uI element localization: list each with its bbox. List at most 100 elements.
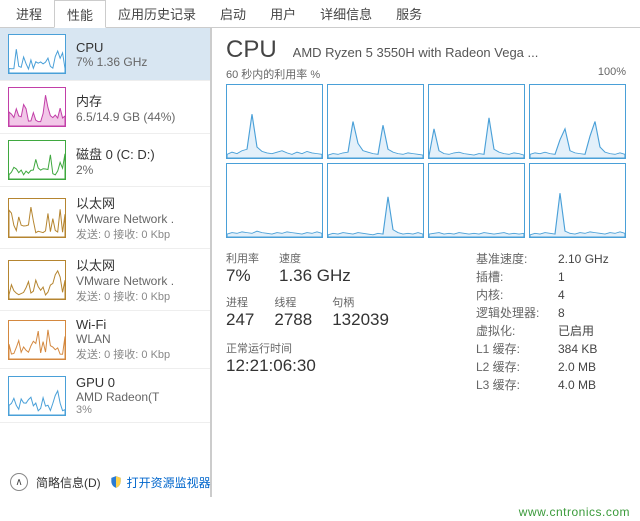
sidebar-item--[interactable]: 内存6.5/14.9 GB (44%) (0, 81, 210, 134)
info-val: 384 KB (558, 340, 597, 358)
open-resource-monitor-link[interactable]: 打开资源监视器 (109, 474, 211, 491)
thumb-chart (8, 34, 66, 74)
info-key: 插槽: (476, 268, 546, 286)
stat-value: 1.36 GHz (279, 266, 351, 286)
chart-caption-left: 60 秒内的利用率 % (226, 66, 320, 82)
chart-caption-right: 100% (598, 66, 626, 82)
side-title: 以太网 (76, 255, 202, 274)
side-title: CPU (76, 40, 202, 55)
info-row: 内核: 4 (476, 286, 609, 304)
info-val: 8 (558, 304, 565, 322)
tab-5[interactable]: 详细信息 (308, 0, 384, 27)
info-row: 基准速度: 2.10 GHz (476, 250, 609, 268)
side-title: 内存 (76, 91, 202, 110)
cpu-info-table: 基准速度:2.10 GHz插槽:1内核:4逻辑处理器:8虚拟化:已启用L1 缓存… (476, 250, 609, 394)
core-chart-6 (428, 163, 525, 238)
stat-value: 12:21:06:30 (226, 356, 456, 376)
core-chart-1 (327, 84, 424, 159)
info-key: L1 缓存: (476, 340, 546, 358)
stat-value: 2788 (274, 310, 312, 330)
stat-uptime: 正常运行时间 12:21:06:30 (226, 340, 456, 376)
info-key: 虚拟化: (476, 322, 546, 340)
sidebar-item--[interactable]: 以太网VMware Network .发送: 0 接收: 0 Kbp (0, 249, 210, 311)
side-sub: 2% (76, 163, 202, 177)
side-sub: AMD Radeon(T (76, 390, 202, 404)
side-sub: VMware Network . (76, 212, 202, 226)
info-row: L2 缓存: 2.0 MB (476, 358, 609, 376)
tab-2[interactable]: 应用历史记录 (106, 0, 208, 27)
sidebar-item--0-c-d-[interactable]: 磁盘 0 (C: D:)2% (0, 134, 210, 187)
core-chart-7 (529, 163, 626, 238)
resmon-label: 打开资源监视器 (127, 474, 211, 491)
stat-label: 进程 (226, 294, 254, 310)
info-row: L3 缓存: 4.0 MB (476, 376, 609, 394)
stat-handles: 句柄 132039 (332, 294, 389, 330)
info-val: 1 (558, 268, 565, 286)
watermark: www.cntronics.com (519, 505, 630, 519)
stat-value: 247 (226, 310, 254, 330)
core-chart-0 (226, 84, 323, 159)
thumb-chart (8, 320, 66, 360)
info-val: 已启用 (558, 322, 594, 340)
stat-threads: 线程 2788 (274, 294, 312, 330)
stat-speed: 速度 1.36 GHz (279, 250, 351, 286)
bottom-bar: ∧ 简略信息(D) 打开资源监视器 (0, 467, 640, 497)
info-key: 基准速度: (476, 250, 546, 268)
sidebar: CPU7% 1.36 GHz内存6.5/14.9 GB (44%)磁盘 0 (C… (0, 28, 212, 497)
sidebar-item--[interactable]: 以太网VMware Network .发送: 0 接收: 0 Kbp (0, 187, 210, 249)
info-row: 插槽: 1 (476, 268, 609, 286)
stat-label: 线程 (274, 294, 312, 310)
thumb-chart (8, 87, 66, 127)
core-chart-4 (226, 163, 323, 238)
side-sub2: 3% (76, 404, 202, 416)
cpu-model: AMD Ryzen 5 3550H with Radeon Vega ... (293, 45, 626, 60)
tab-0[interactable]: 进程 (4, 0, 54, 27)
stat-value: 7% (226, 266, 259, 286)
side-title: 磁盘 0 (C: D:) (76, 144, 202, 163)
tab-6[interactable]: 服务 (384, 0, 434, 27)
chevron-up-icon[interactable]: ∧ (10, 473, 28, 491)
sidebar-item-gpu-0[interactable]: GPU 0AMD Radeon(T3% (0, 369, 210, 423)
stat-label: 速度 (279, 250, 351, 266)
info-key: 逻辑处理器: (476, 304, 546, 322)
core-chart-2 (428, 84, 525, 159)
thumb-chart (8, 376, 66, 416)
stat-value: 132039 (332, 310, 389, 330)
side-sub: 7% 1.36 GHz (76, 55, 202, 69)
info-row: 虚拟化: 已启用 (476, 322, 609, 340)
tab-3[interactable]: 启动 (208, 0, 258, 27)
side-title: 以太网 (76, 193, 202, 212)
info-key: L3 缓存: (476, 376, 546, 394)
sidebar-item-wi-fi[interactable]: Wi-FiWLAN发送: 0 接收: 0 Kbp (0, 311, 210, 369)
core-grid (226, 84, 626, 238)
info-val: 2.0 MB (558, 358, 596, 376)
core-chart-5 (327, 163, 424, 238)
side-sub: VMware Network . (76, 274, 202, 288)
stat-label: 利用率 (226, 250, 259, 266)
thumb-chart (8, 140, 66, 180)
tab-1[interactable]: 性能 (54, 0, 106, 28)
thumb-chart (8, 260, 66, 300)
info-row: 逻辑处理器: 8 (476, 304, 609, 322)
side-sub: 6.5/14.9 GB (44%) (76, 110, 202, 124)
info-key: L2 缓存: (476, 358, 546, 376)
stat-label: 句柄 (332, 294, 389, 310)
info-val: 4 (558, 286, 565, 304)
side-sub2: 发送: 0 接收: 0 Kbp (76, 346, 202, 362)
sidebar-item-cpu[interactable]: CPU7% 1.36 GHz (0, 28, 210, 81)
shield-icon (109, 475, 123, 489)
tab-4[interactable]: 用户 (258, 0, 308, 27)
thumb-chart (8, 198, 66, 238)
info-row: L1 缓存: 384 KB (476, 340, 609, 358)
content-area: CPU7% 1.36 GHz内存6.5/14.9 GB (44%)磁盘 0 (C… (0, 28, 640, 497)
brief-info-link[interactable]: 简略信息(D) (36, 474, 101, 491)
info-key: 内核: (476, 286, 546, 304)
info-val: 2.10 GHz (558, 250, 609, 268)
side-sub2: 发送: 0 接收: 0 Kbp (76, 288, 202, 304)
core-chart-3 (529, 84, 626, 159)
main-title: CPU (226, 36, 277, 64)
info-val: 4.0 MB (558, 376, 596, 394)
side-title: Wi-Fi (76, 317, 202, 332)
stat-label: 正常运行时间 (226, 340, 456, 356)
stat-processes: 进程 247 (226, 294, 254, 330)
